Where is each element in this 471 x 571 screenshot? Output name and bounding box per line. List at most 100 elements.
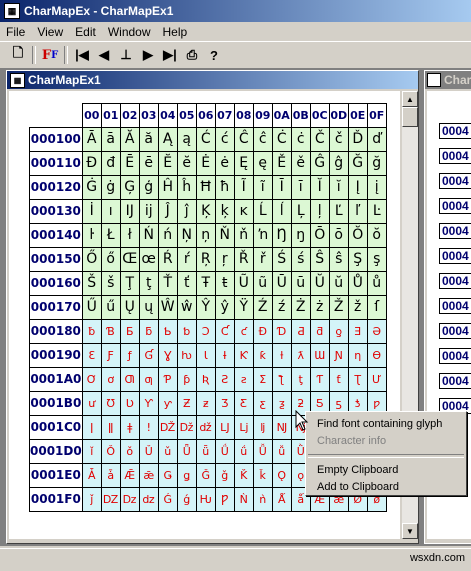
glyph-cell[interactable]: Ǉ [214,414,235,440]
glyph-cell[interactable]: ę [252,150,273,176]
glyph-cell[interactable]: Ă [119,126,140,152]
glyph-cell[interactable]: Ɓ [100,318,121,344]
glyph-cell[interactable]: Ż [290,294,311,320]
prev-page-icon[interactable]: ◀ [93,44,115,66]
glyph-cell[interactable]: ƞ [347,342,368,368]
glyph-cell[interactable]: ř [252,246,273,272]
glyph-cell[interactable]: Ǹ [233,486,254,512]
scroll-up-icon[interactable]: ▲ [402,91,418,107]
glyph-cell[interactable]: ķ [214,198,235,224]
glyph-cell[interactable]: ĕ [176,150,197,176]
goto-icon[interactable]: ⊥ [115,44,137,66]
new-doc-icon[interactable]: 🗋 [7,44,29,66]
glyph-cell[interactable]: Ƌ [290,318,311,344]
glyph-cell[interactable]: ƍ [328,318,349,344]
last-page-icon[interactable]: ▶| [159,44,181,66]
glyph-cell[interactable]: ŕ [176,246,197,272]
glyph-cell[interactable]: Ő [81,246,102,272]
glyph-cell[interactable]: ƭ [328,366,349,392]
glyph-cell[interactable]: ƥ [176,366,197,392]
glyph-cell[interactable]: Ǳ [100,486,121,512]
glyph-cell[interactable]: č [328,126,349,152]
glyph-cell[interactable]: Ŝ [309,246,330,272]
glyph-cell[interactable]: Ť [157,270,178,296]
glyph-cell[interactable]: ǘ [233,438,254,464]
glyph-cell[interactable]: ƣ [138,366,159,392]
glyph-cell[interactable]: ǆ [195,414,216,440]
glyph-cell[interactable]: ŗ [214,246,235,272]
glyph-cell[interactable]: ō [328,222,349,248]
glyph-cell[interactable]: ĺ [271,198,292,224]
glyph-cell[interactable]: ű [100,294,121,320]
glyph-cell[interactable]: Ƴ [138,390,159,416]
glyph-cell[interactable]: ǖ [195,438,216,464]
glyph-cell[interactable]: Ɵ [366,342,387,368]
glyph-cell[interactable]: ƶ [195,390,216,416]
glyph-cell[interactable]: ƕ [176,342,197,368]
glyph-cell[interactable]: Ĳ [119,198,140,224]
glyph-cell[interactable]: Ō [309,222,330,248]
glyph-cell[interactable]: ū [290,270,311,296]
glyph-cell[interactable]: Ƥ [157,366,178,392]
glyph-cell[interactable]: Ś [271,246,292,272]
glyph-cell[interactable]: Ų [119,294,140,320]
glyph-cell[interactable]: ǉ [252,414,273,440]
glyph-cell[interactable]: Ɠ [138,342,159,368]
glyph-cell[interactable]: ž [347,294,368,320]
glyph-cell[interactable]: Ƕ [195,486,216,512]
glyph-cell[interactable]: Ļ [290,198,311,224]
glyph-cell[interactable]: Ĩ [233,174,254,200]
glyph-cell[interactable]: ƴ [157,390,178,416]
menu-edit[interactable]: Edit [69,25,102,39]
glyph-cell[interactable]: ě [290,150,311,176]
glyph-cell[interactable]: ĵ [176,198,197,224]
glyph-cell[interactable]: Ǆ [157,414,178,440]
glyph-cell[interactable]: ď [366,126,387,152]
help-icon[interactable]: ? [203,44,225,66]
glyph-cell[interactable]: Ǡ [81,462,102,488]
scroll-down-icon[interactable]: ▼ [402,523,418,539]
glyph-cell[interactable]: Š [81,270,102,296]
glyph-cell[interactable]: Ƣ [119,366,140,392]
glyph-cell[interactable]: œ [138,246,159,272]
glyph-cell[interactable]: Ŗ [195,246,216,272]
glyph-cell[interactable]: ĝ [328,150,349,176]
glyph-cell[interactable]: ŉ [252,222,273,248]
next-page-icon[interactable]: ▶ [137,44,159,66]
glyph-cell[interactable]: ļ [309,198,330,224]
glyph-cell[interactable]: ċ [290,126,311,152]
glyph-cell[interactable]: ǐ [81,438,102,464]
glyph-cell[interactable]: ǚ [271,438,292,464]
glyph-cell[interactable]: ġ [100,174,121,200]
glyph-cell[interactable]: đ [100,150,121,176]
glyph-cell[interactable]: ǳ [138,486,159,512]
glyph-cell[interactable]: Ư [366,366,387,392]
glyph-cell[interactable]: Ŵ [157,294,178,320]
glyph-cell[interactable]: Ţ [119,270,140,296]
glyph-cell[interactable]: Ģ [119,174,140,200]
glyph-cell[interactable]: ƫ [290,366,311,392]
glyph-cell[interactable]: ń [157,222,178,248]
glyph-cell[interactable]: ŭ [328,270,349,296]
glyph-cell[interactable]: Ǣ [119,462,140,488]
glyph-cell[interactable]: ŝ [328,246,349,272]
glyph-cell[interactable]: ł [119,222,140,248]
glyph-cell[interactable]: Ŷ [195,294,216,320]
glyph-cell[interactable]: Ɗ [271,318,292,344]
glyph-cell[interactable]: Ʒ [214,390,235,416]
glyph-cell[interactable]: ƛ [290,342,311,368]
glyph-cell[interactable]: Ź [252,294,273,320]
glyph-cell[interactable]: ǵ [176,486,197,512]
glyph-cell[interactable]: Ň [214,222,235,248]
glyph-cell[interactable]: ǔ [157,438,178,464]
glyph-cell[interactable]: ź [271,294,292,320]
glyph-cell[interactable]: Ɣ [157,342,178,368]
glyph-cell[interactable]: Ū [271,270,292,296]
glyph-cell[interactable]: ǂ [119,414,140,440]
glyph-cell[interactable]: Ɛ [81,342,102,368]
glyph-cell[interactable]: Ɯ [309,342,330,368]
glyph-cell[interactable]: ŷ [214,294,235,320]
glyph-cell[interactable]: Ŏ [347,222,368,248]
glyph-cell[interactable]: Ƹ [233,390,254,416]
find-font-menu-item[interactable]: Find font containing glyph [306,416,466,433]
